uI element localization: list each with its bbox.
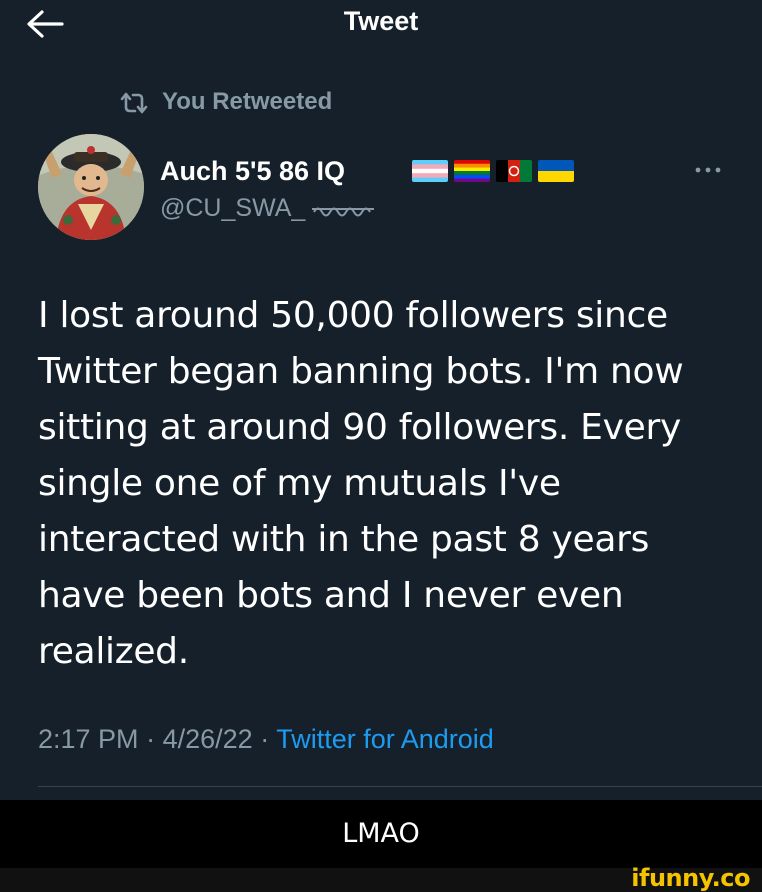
top-bar: Tweet xyxy=(0,0,762,48)
tweet-metadata: 2:17 PM · 4/26/22 · Twitter for Android xyxy=(38,724,494,755)
avatar-illustration xyxy=(38,134,144,240)
tweet-date: 4/26/22 xyxy=(162,724,253,754)
tweet-time: 2:17 PM xyxy=(38,724,139,754)
meta-separator: · xyxy=(146,724,156,754)
meta-separator: · xyxy=(260,724,270,754)
retweet-icon xyxy=(120,92,148,114)
tweet-screen: Tweet You Retweeted Auch 5'5 86 IQ @CU_S… xyxy=(0,0,762,800)
more-options-icon[interactable] xyxy=(690,160,726,180)
meme-caption: LMAO xyxy=(342,818,420,849)
rainbow-flag-icon xyxy=(454,160,490,182)
author-handle-text: @CU_SWA_ xyxy=(160,194,306,222)
author-display-name[interactable]: Auch 5'5 86 IQ xyxy=(160,156,345,187)
ukraine-flag-icon xyxy=(538,160,574,182)
tweet-text: I lost around 50,000 followers since Twi… xyxy=(38,295,684,672)
author-handle[interactable]: @CU_SWA_ xyxy=(160,194,375,223)
scribbled-text xyxy=(312,207,375,217)
page-title: Tweet xyxy=(343,6,419,36)
ifunny-watermark: ifunny.co xyxy=(631,864,750,892)
avatar[interactable] xyxy=(38,134,144,240)
retweet-label: You Retweeted xyxy=(162,88,333,115)
tweet-source-link[interactable]: Twitter for Android xyxy=(276,724,494,754)
divider xyxy=(38,786,762,787)
transgender-flag-icon xyxy=(412,160,448,182)
afghanistan-flag-icon xyxy=(496,160,532,182)
